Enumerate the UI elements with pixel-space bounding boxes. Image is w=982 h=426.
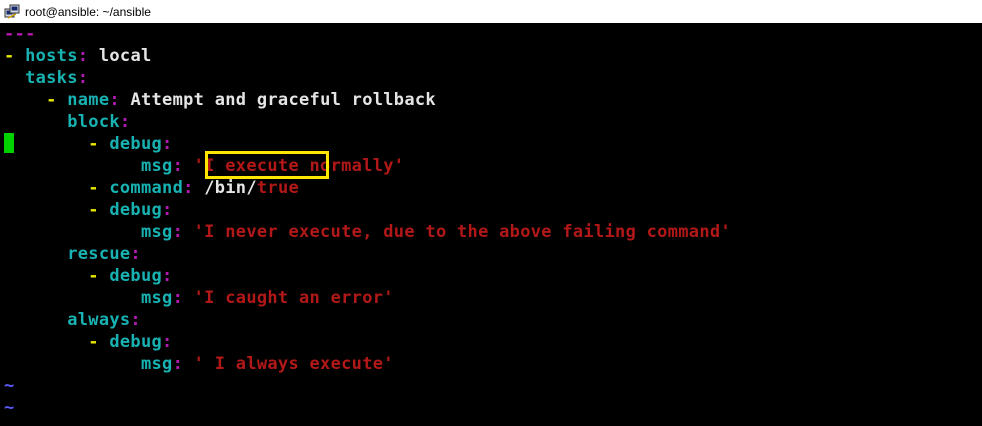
highlight-box: [205, 151, 329, 179]
editor-line: ~: [4, 375, 15, 397]
editor-line: rescue:: [4, 243, 141, 265]
editor-token: -: [4, 200, 110, 220]
editor-token: ~: [4, 398, 15, 418]
editor-token: :: [119, 112, 131, 132]
editor-line: - hosts: local: [4, 45, 152, 67]
editor-token: -: [4, 266, 110, 286]
editor-token: -: [4, 178, 110, 198]
editor-token: true: [256, 178, 300, 198]
editor-line: ~: [4, 397, 15, 419]
editor-token: :: [162, 332, 173, 352]
editor-line: msg: ' I always execute': [4, 353, 394, 375]
editor-token: -: [4, 46, 26, 66]
editor-token: :: [172, 222, 194, 242]
editor-line: always:: [4, 309, 141, 331]
editor-token: 'I never execute, due to the above faili…: [193, 222, 731, 242]
window-titlebar: root@ansible: ~/ansible: [0, 0, 982, 24]
editor-token: /bin/: [204, 178, 257, 198]
editor-token: :: [77, 68, 89, 88]
editor-token: rescue: [4, 244, 131, 264]
editor-token: :: [183, 178, 205, 198]
editor-token: 'I caught an error': [193, 288, 394, 308]
editor-line: - command: /bin/true: [4, 177, 299, 199]
editor-token: hosts: [25, 46, 78, 66]
editor-token: debug: [109, 200, 163, 220]
editor-token: Attempt and graceful rollback: [130, 90, 436, 110]
editor-token: :: [130, 310, 141, 330]
editor-token: debug: [109, 134, 163, 154]
putty-icon: [4, 4, 20, 20]
editor-token: :: [172, 156, 194, 176]
editor-token: block: [4, 112, 120, 132]
editor-token: -: [4, 134, 110, 154]
window-title: root@ansible: ~/ansible: [25, 4, 151, 19]
editor-token: msg: [4, 354, 173, 374]
editor-token: -: [4, 90, 68, 110]
editor-line: tasks:: [4, 67, 88, 89]
editor-line: - debug:: [4, 199, 173, 221]
editor-line: block:: [4, 111, 130, 133]
editor-token: debug: [109, 332, 163, 352]
editor-line: - debug:: [4, 133, 173, 155]
editor-token: msg: [4, 156, 173, 176]
editor-token: tasks: [4, 68, 78, 88]
editor-line: msg: 'I never execute, due to the above …: [4, 221, 731, 243]
editor-token: command: [109, 178, 184, 198]
editor-token: debug: [109, 266, 163, 286]
editor-line: msg: 'I caught an error': [4, 287, 394, 309]
editor-token: :: [162, 134, 173, 154]
editor-token: :: [109, 90, 131, 110]
editor-token: :: [130, 244, 141, 264]
editor-line: ---: [4, 23, 36, 45]
editor-line: - debug:: [4, 331, 173, 353]
editor-token: always: [4, 310, 131, 330]
text-cursor: [4, 133, 14, 153]
editor-token: msg: [4, 288, 173, 308]
editor-token: ---: [4, 24, 36, 44]
editor-line: - debug:: [4, 265, 173, 287]
editor-token: :: [162, 266, 173, 286]
editor-token: local: [98, 46, 152, 66]
editor-token: ~: [4, 376, 15, 396]
editor-token: name: [67, 90, 110, 110]
editor-line: - name: Attempt and graceful rollback: [4, 89, 436, 111]
editor-token: :: [77, 46, 99, 66]
editor-token: msg: [4, 222, 173, 242]
editor-token: :: [162, 200, 173, 220]
editor-token: ' I always execute': [193, 354, 394, 374]
editor-token: :: [172, 354, 194, 374]
terminal-screen[interactable]: --- - hosts: local tasks: - name: Attempt…: [0, 23, 982, 426]
editor-token: -: [4, 332, 110, 352]
editor-token: :: [172, 288, 194, 308]
